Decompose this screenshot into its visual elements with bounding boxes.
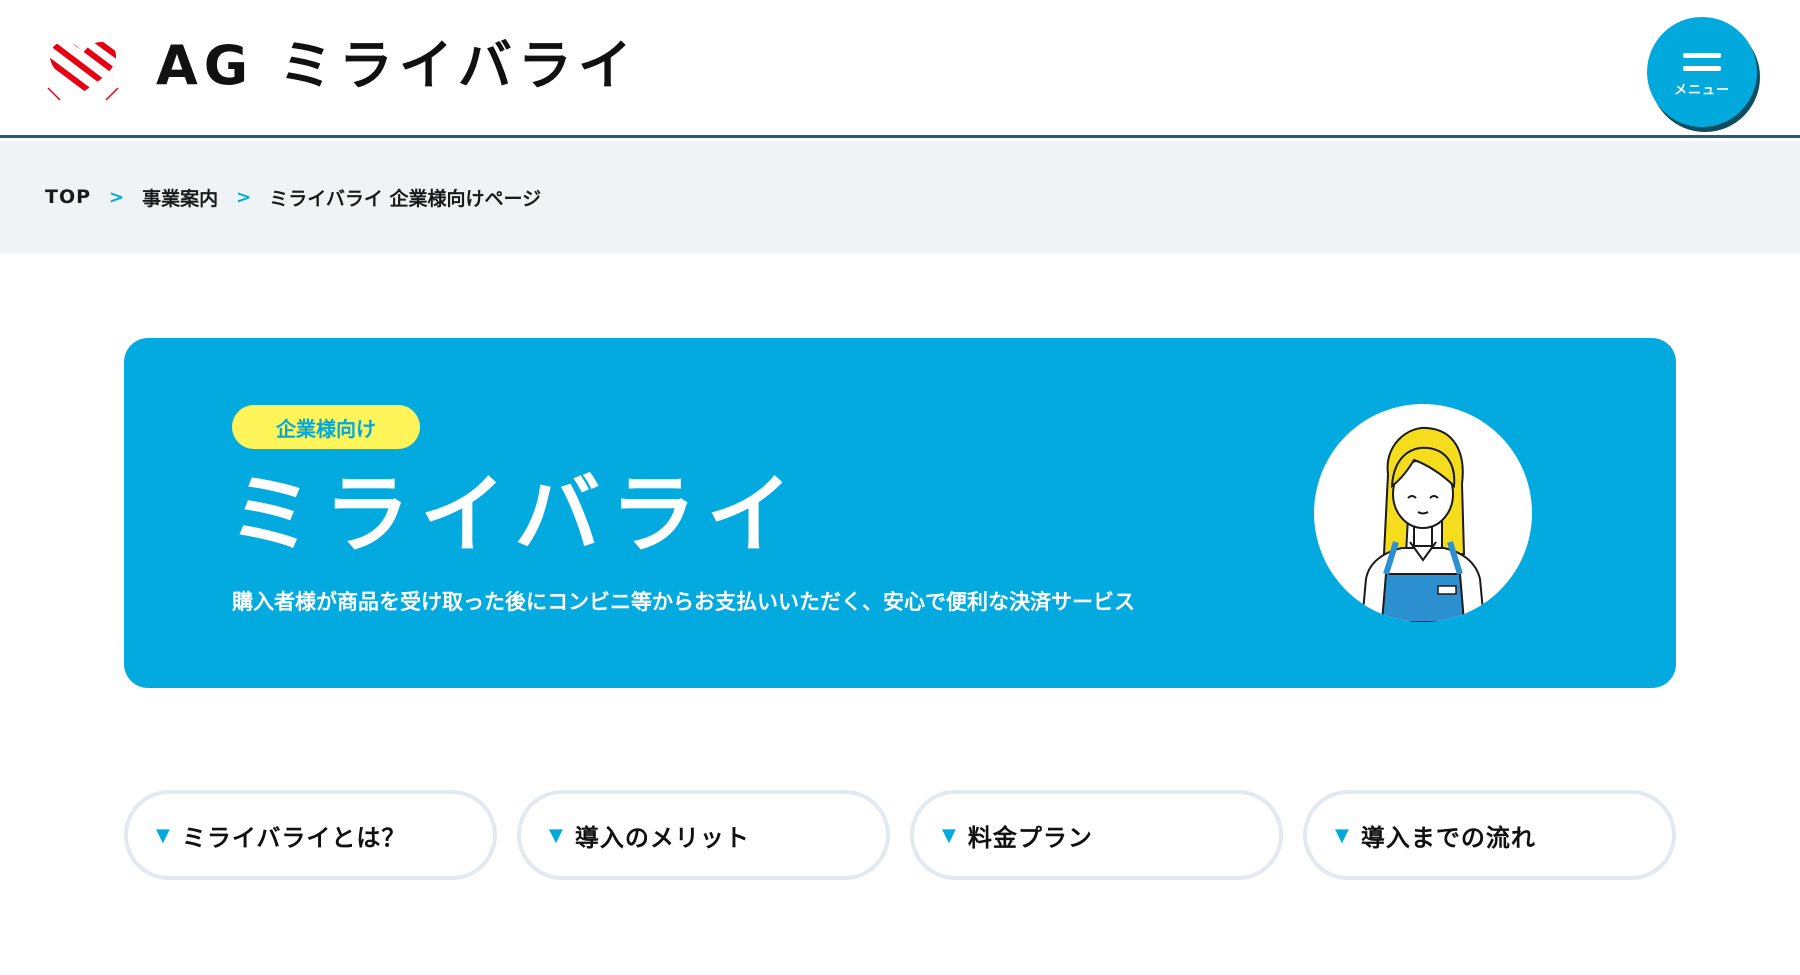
hamburger-icon <box>1683 52 1721 73</box>
chevron-down-icon: ▼ <box>156 824 170 846</box>
staff-woman-illustration <box>1314 404 1532 622</box>
staff-woman-icon <box>1360 426 1486 622</box>
hero-badge: 企業様向け <box>232 405 420 449</box>
page-anchor-nav: ▼ ミライバライとは？ ▼ 導入のメリット ▼ 料金プラン ▼ 導入までの流れ <box>124 790 1676 880</box>
chevron-down-icon: ▼ <box>942 824 956 846</box>
anchor-label: 導入のメリット <box>574 823 750 852</box>
hero-banner: 企業様向け ミライバライ 購入者様が商品を受け取った後にコンビニ等からお支払いい… <box>124 338 1676 688</box>
hero-title: ミライバライ <box>228 465 803 565</box>
chevron-right-icon: > <box>109 186 125 208</box>
breadcrumb: TOP > 事業案内 > ミライバライ 企業様向けページ <box>0 141 1800 253</box>
heart-stripes-logo-icon <box>47 42 119 101</box>
menu-label: メニュー <box>1673 82 1730 98</box>
anchor-flow[interactable]: ▼ 導入までの流れ <box>1303 790 1676 880</box>
anchor-label: 導入までの流れ <box>1360 823 1536 852</box>
anchor-label: ミライバライとは？ <box>181 823 407 852</box>
anchor-merits[interactable]: ▼ 導入のメリット <box>517 790 890 880</box>
site-header: AG ミライバライ メニュー <box>0 0 1800 138</box>
anchor-pricing[interactable]: ▼ 料金プラン <box>910 790 1283 880</box>
breadcrumb-top-link[interactable]: TOP <box>45 186 91 208</box>
chevron-down-icon: ▼ <box>1335 824 1349 846</box>
anchor-label: 料金プラン <box>967 823 1093 852</box>
chevron-right-icon: > <box>236 186 252 208</box>
menu-button[interactable]: メニュー <box>1647 17 1757 127</box>
hero-description: 購入者様が商品を受け取った後にコンビニ等からお支払いいただく、安心で便利な決済サ… <box>232 590 1135 614</box>
chevron-down-icon: ▼ <box>549 824 563 846</box>
anchor-what-is[interactable]: ▼ ミライバライとは？ <box>124 790 497 880</box>
logo-text: AG ミライバライ <box>156 34 638 97</box>
breadcrumb-business-link[interactable]: 事業案内 <box>142 184 218 211</box>
breadcrumb-current: ミライバライ 企業様向けページ <box>269 187 542 210</box>
